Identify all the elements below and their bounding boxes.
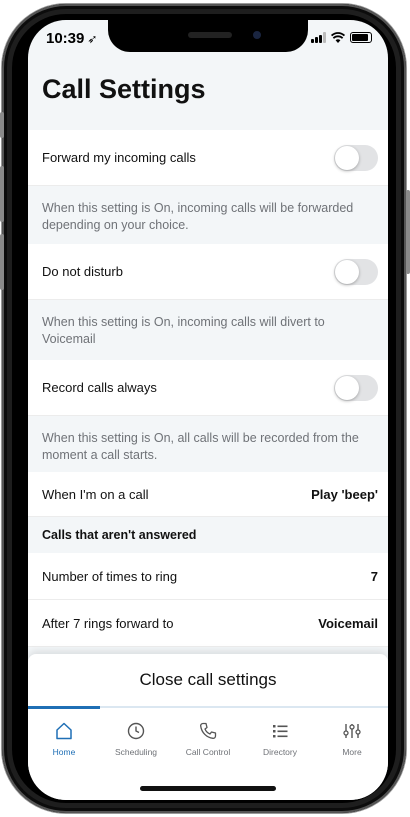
active-tab-indicator [28, 706, 100, 709]
mute-switch [0, 112, 4, 138]
close-call-settings-label: Close call settings [139, 670, 277, 689]
tab-home[interactable]: Home [28, 720, 100, 757]
power-button [406, 190, 410, 274]
status-icons [311, 32, 372, 43]
status-time-text: 10:39 [46, 30, 85, 47]
wifi-icon [331, 32, 345, 43]
speaker [188, 32, 232, 38]
ring-count-value: 7 [370, 568, 378, 584]
record-calls-toggle[interactable] [334, 374, 378, 401]
setting-description: When this setting is On, incoming calls … [28, 186, 388, 244]
tab-label: Directory [262, 747, 297, 757]
setting-description: When this setting is On, incoming calls … [28, 300, 388, 360]
clock-icon [127, 722, 145, 740]
setting-label: Forward my incoming calls [42, 150, 196, 165]
do-not-disturb-toggle[interactable] [334, 258, 378, 285]
setting-description: When this setting is On, all calls will … [28, 416, 388, 472]
volume-up-button [0, 166, 4, 222]
tab-directory[interactable]: Directory [244, 720, 316, 757]
home-indicator [140, 786, 276, 791]
location-arrow-icon: ➶ [87, 32, 98, 46]
ring-count-label: Number of times to ring [42, 568, 178, 584]
ring-count-row[interactable]: Number of times to ring 7 [28, 553, 388, 600]
settings-list: Forward my incoming calls When this sett… [28, 130, 388, 647]
tab-label: Scheduling [114, 747, 158, 757]
cellular-signal-icon [311, 32, 326, 43]
tab-label: Call Control [185, 747, 231, 757]
tab-more[interactable]: More [316, 720, 388, 757]
tab-scheduling[interactable]: Scheduling [100, 720, 172, 757]
volume-down-button [0, 234, 4, 290]
forward-calls-toggle[interactable] [334, 144, 378, 171]
unanswered-section-heading: Calls that aren't answered [28, 517, 388, 553]
tab-call-control[interactable]: Call Control [172, 720, 244, 757]
battery-icon [350, 32, 372, 43]
camera [253, 31, 261, 39]
tab-label: More [342, 747, 362, 757]
forward-to-row[interactable]: After 7 rings forward to Voicemail [28, 600, 388, 647]
forward-to-value: Voicemail [318, 615, 378, 631]
status-bar: 10:39 ➶ [28, 20, 388, 60]
page-title: Call Settings [42, 74, 206, 104]
toggle-knob [335, 145, 359, 170]
phone-icon [200, 722, 217, 739]
app-screen: 10:39 ➶ Call Settings Forward my incoming… [28, 20, 388, 800]
tab-label: Home [52, 747, 76, 757]
on-call-row[interactable]: When I'm on a call Play 'beep' [28, 472, 388, 517]
status-time: 10:39 ➶ [46, 30, 97, 47]
on-call-value: Play 'beep' [311, 486, 378, 502]
toggle-knob [335, 375, 359, 400]
sliders-icon [343, 724, 361, 738]
notch [108, 20, 308, 52]
toggle-knob [335, 259, 359, 284]
setting-label: Record calls always [42, 380, 157, 395]
setting-label: Do not disturb [42, 264, 123, 279]
on-call-label: When I'm on a call [42, 486, 149, 502]
forward-to-label: After 7 rings forward to [42, 615, 174, 631]
setting-row-forward-calls: Forward my incoming calls [28, 130, 388, 186]
setting-row-do-not-disturb: Do not disturb [28, 244, 388, 300]
home-icon [56, 722, 72, 740]
setting-row-record-calls: Record calls always [28, 360, 388, 416]
list-icon [273, 725, 288, 738]
close-call-settings-button[interactable]: Close call settings [28, 654, 388, 706]
